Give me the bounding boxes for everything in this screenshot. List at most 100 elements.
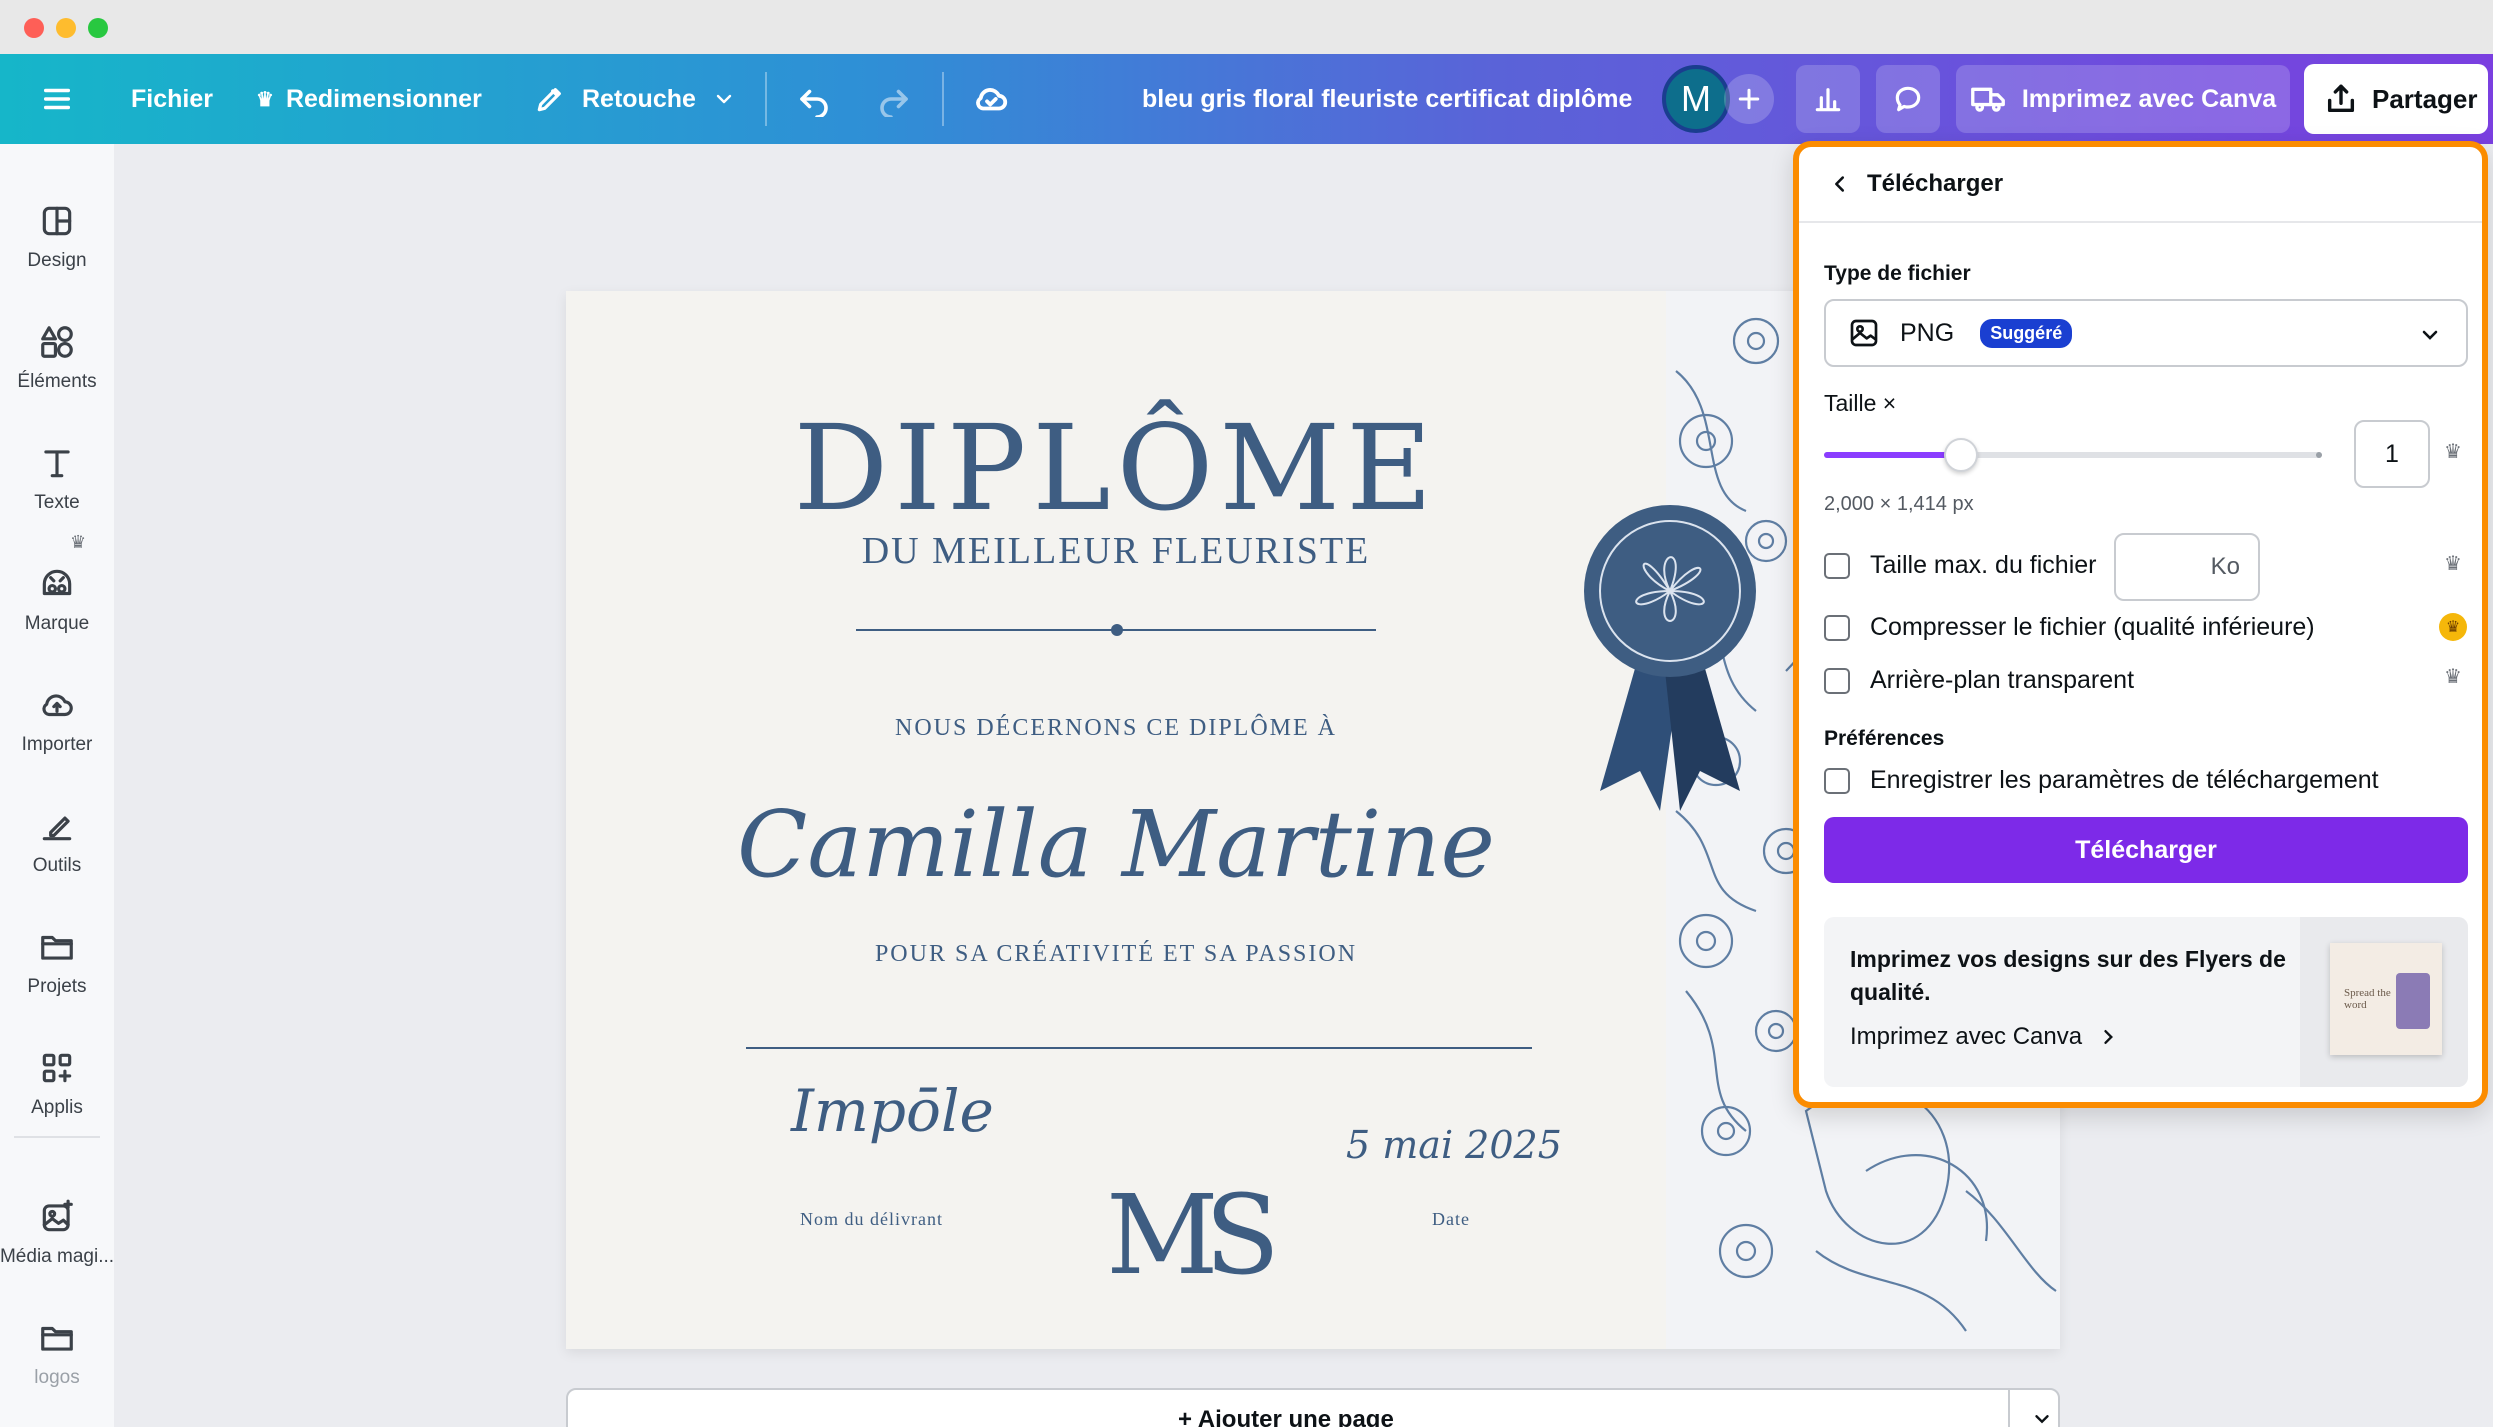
insights-button[interactable] [1796,65,1860,133]
file-type-select[interactable]: PNG Suggéré [1824,299,2468,367]
resize-button[interactable]: ♛ Redimensionner [256,54,482,144]
chevron-down-icon [2422,330,2438,340]
sidebar-item-magic-media[interactable]: Média magi... [0,1164,114,1274]
promo-link-label: Imprimez avec Canva [1850,1023,2083,1050]
edit-mode-dropdown[interactable]: Retouche [534,54,736,144]
design-layout-icon [42,206,72,236]
undo-button[interactable] [796,54,832,144]
flyer-mockup-text: Spread the word [2344,987,2391,1011]
sidebar-item-label: Outils [32,855,82,876]
download-panel-title: Télécharger [1867,170,2004,197]
save-settings-label: Enregistrer les paramètres de télécharge… [1870,766,2379,794]
sidebar-item-brand[interactable]: Marque [0,531,114,641]
flyer-mockup: Spread the word [2330,943,2442,1055]
add-page-button[interactable]: + Ajouter une page [566,1388,2060,1427]
print-with-canva-button[interactable]: Imprimez avec Canva [1956,65,2290,133]
issuer-label[interactable]: Nom du délivrant [800,1209,943,1230]
folder-icon [41,1326,73,1351]
add-page-divider [2008,1390,2010,1427]
menu-button[interactable] [40,54,74,144]
flyer-preview-image: Spread the word [2300,917,2468,1087]
folder-icon [41,935,73,960]
image-icon [1850,319,1878,347]
diploma-title[interactable]: DIPLÔME [566,399,1666,537]
chevron-left-icon[interactable] [1829,173,1851,195]
document-title[interactable]: bleu gris floral fleuriste certificat di… [1142,54,1632,144]
chevron-down-icon[interactable] [2031,1408,2053,1427]
sidebar-item-label: logos [34,1367,80,1388]
size-slider-fill [1824,452,1961,458]
cloud-save-status-button[interactable] [972,54,1010,144]
save-settings-checkbox[interactable] [1824,767,1850,794]
undo-icon [800,89,828,117]
issue-date[interactable]: 5 mai 2025 [1346,1123,1562,1167]
max-file-size-option[interactable]: Taille max. du fichier [1824,551,2096,580]
signature-line [746,1047,1532,1049]
comments-button[interactable] [1876,65,1940,133]
size-multiplier-value: 1 [2385,439,2399,468]
promo-print-link[interactable]: Imprimez avec Canva [1850,1023,2118,1051]
maximize-window-button[interactable] [88,18,108,38]
sidebar-item-design[interactable]: Design [0,168,114,278]
date-label[interactable]: Date [1432,1209,1470,1230]
file-menu-button[interactable]: Fichier [131,54,213,144]
size-slider-handle[interactable] [1944,438,1978,472]
share-button[interactable]: Partager [2304,64,2488,134]
size-slider[interactable] [1824,438,2322,472]
sidebar-item-projects[interactable]: Projets [0,894,114,1004]
flyer-artwork [2396,973,2430,1029]
download-button[interactable]: Télécharger [1824,817,2468,883]
share-upload-icon [2327,84,2355,113]
sidebar-item-label: Média magi... [0,1246,115,1267]
invite-collaborator-button[interactable] [1724,74,1774,124]
file-type-label: Type de fichier [1824,262,1971,285]
chevron-down-icon [716,94,732,104]
compress-option[interactable]: Compresser le fichier (qualité inférieur… [1824,613,2315,642]
sidebar-item-tools[interactable]: Outils [0,773,114,883]
sidebar-item-upload[interactable]: Importer [0,652,114,762]
ribbon-seal-icon [1584,505,1756,811]
close-window-button[interactable] [24,18,44,38]
size-multiplier-input[interactable]: 1 [2354,420,2430,488]
sidebar-item-apps[interactable]: Applis [0,1015,114,1125]
sidebar-item-elements[interactable]: Éléments [0,289,114,399]
award-line-text[interactable]: NOUS DÉCERNONS CE DIPLÔME À [566,715,1666,742]
magic-media-icon [42,1199,73,1232]
sidebar-item-logos[interactable]: logos [0,1285,114,1395]
print-promo-card[interactable]: Imprimez vos designs sur des Flyers de q… [1824,917,2468,1087]
premium-crown-icon: ♛ [2439,613,2467,641]
compress-checkbox[interactable] [1824,614,1850,641]
size-label: Taille × [1824,390,1897,416]
sidebar-item-label: Éléments [17,371,97,392]
file-type-value: PNG [1900,318,1955,347]
hamburger-icon [43,88,71,110]
sidebar-item-text[interactable]: Texte [0,410,114,520]
crown-icon: ♛ [2444,666,2462,688]
decorative-dot [1111,624,1123,636]
issuer-signature[interactable]: Impōle [791,1077,994,1145]
recipient-name[interactable]: Camilla Martine [566,791,1666,898]
diploma-subtitle[interactable]: DU MEILLEUR FLEURISTE [566,529,1666,573]
monogram-logo[interactable]: MS [1106,1171,1280,1299]
max-file-size-input[interactable]: Ko [2114,533,2260,601]
max-file-size-checkbox[interactable] [1824,552,1850,579]
transparent-background-label: Arrière-plan transparent [1870,666,2135,694]
output-dimensions: 2,000 × 1,414 px [1824,493,1974,515]
text-t-icon [44,450,70,478]
transparent-background-option[interactable]: Arrière-plan transparent [1824,666,2134,695]
sidebar-item-label: Marque [24,613,90,634]
transparent-background-checkbox[interactable] [1824,667,1850,694]
editor-topbar: Fichier ♛ Redimensionner Retouche bleu g… [0,54,2493,144]
apps-grid-icon [42,1053,72,1083]
edit-mode-label: Retouche [582,84,696,113]
document-title-text: bleu gris floral fleuriste certificat di… [1142,84,1633,113]
redo-button[interactable] [876,54,912,144]
award-reason-text[interactable]: POUR SA CRÉATIVITÉ ET SA PASSION [566,941,1666,968]
print-label: Imprimez avec Canva [2021,84,2277,113]
compress-label: Compresser le fichier (qualité inférieur… [1870,613,2315,641]
minimize-window-button[interactable] [56,18,76,38]
save-settings-option[interactable]: Enregistrer les paramètres de télécharge… [1824,766,2379,795]
user-avatar[interactable]: M [1662,65,1730,133]
max-file-size-label: Taille max. du fichier [1870,551,2097,579]
toolbar-divider [942,72,944,126]
